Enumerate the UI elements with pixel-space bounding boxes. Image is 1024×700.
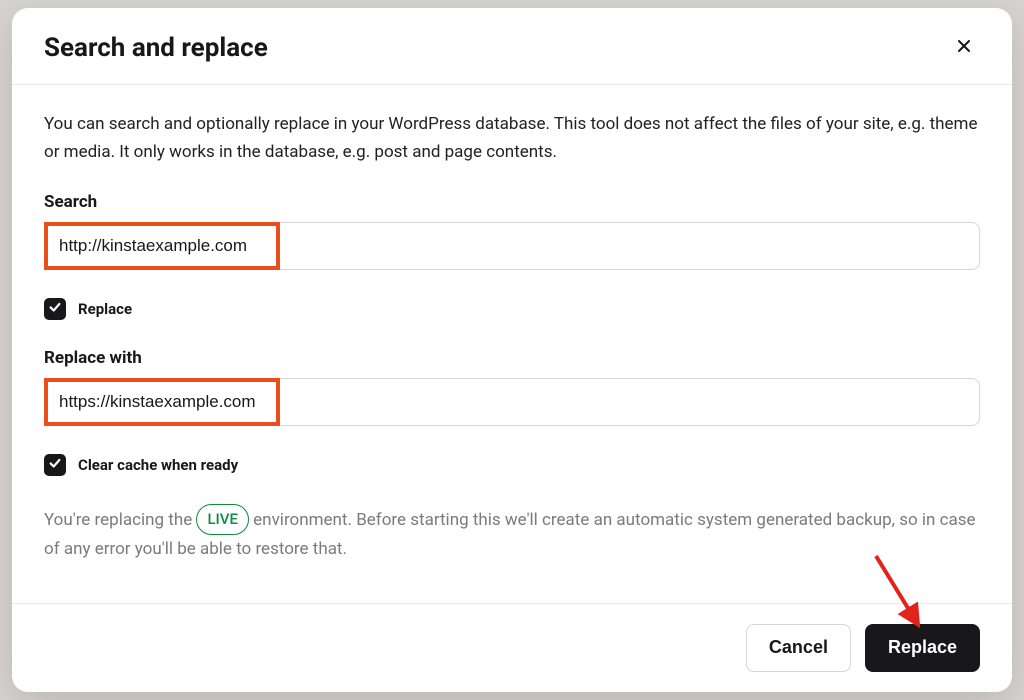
close-icon xyxy=(956,38,972,58)
replace-with-input[interactable] xyxy=(44,378,980,426)
environment-note: You're replacing the LIVE environment. B… xyxy=(44,504,980,563)
cancel-button[interactable]: Cancel xyxy=(746,624,851,672)
replace-button[interactable]: Replace xyxy=(865,624,980,672)
replace-with-input-wrap xyxy=(44,378,980,426)
intro-text: You can search and optionally replace in… xyxy=(44,111,980,165)
search-label: Search xyxy=(44,192,980,212)
clear-cache-checkbox[interactable] xyxy=(44,454,66,476)
replace-checkbox-label: Replace xyxy=(78,300,132,318)
live-badge: LIVE xyxy=(196,504,249,535)
replace-with-label: Replace with xyxy=(44,348,980,368)
check-icon xyxy=(48,299,62,318)
modal-title: Search and replace xyxy=(44,33,268,63)
clear-cache-checkbox-label: Clear cache when ready xyxy=(78,456,238,474)
check-icon xyxy=(48,455,62,474)
search-input-wrap xyxy=(44,222,980,270)
note-prefix: You're replacing the xyxy=(44,510,196,530)
clear-cache-checkbox-row: Clear cache when ready xyxy=(44,454,980,476)
modal-header: Search and replace xyxy=(12,8,1012,85)
search-input[interactable] xyxy=(44,222,980,270)
replace-checkbox[interactable] xyxy=(44,298,66,320)
replace-checkbox-row: Replace xyxy=(44,298,980,320)
modal-footer: Cancel Replace xyxy=(12,603,1012,692)
modal-body: You can search and optionally replace in… xyxy=(12,85,1012,602)
close-button[interactable] xyxy=(948,32,980,64)
search-replace-modal: Search and replace You can search and op… xyxy=(12,8,1012,691)
